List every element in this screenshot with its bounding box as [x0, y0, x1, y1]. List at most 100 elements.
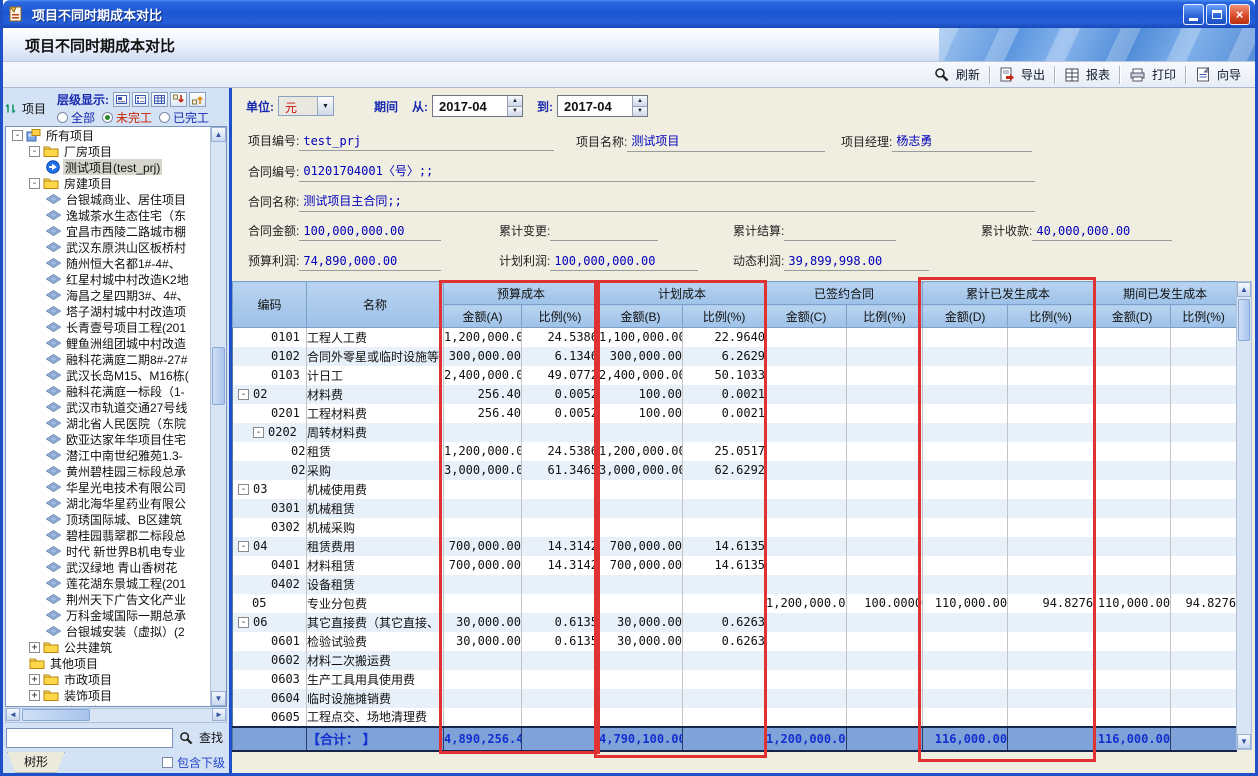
tree-item[interactable]: +综合体项目	[6, 703, 210, 706]
tree-item[interactable]: 武汉绿地 青山香树花	[6, 559, 210, 575]
col-header-ratio-b[interactable]: 比例(%)	[683, 305, 766, 328]
scroll-down-icon[interactable]: ▼	[1237, 734, 1251, 749]
tree-item[interactable]: 其他项目	[6, 655, 210, 671]
tree-item[interactable]: 时代 新世界B机电专业	[6, 543, 210, 559]
tree-item[interactable]: 海昌之星四期3#、4#、	[6, 287, 210, 303]
table-row[interactable]: -06其它直接费（其它直接、30,000.000.613530,000.000.…	[233, 613, 1237, 632]
col-header-amount-b[interactable]: 金额(B)	[599, 305, 683, 328]
tab-tree-view[interactable]: 树形	[7, 752, 65, 773]
close-button[interactable]: ×	[1229, 4, 1250, 25]
table-row[interactable]: 0102合同外零星或临时设施等300,000.006.1346300,000.0…	[233, 347, 1237, 366]
export-button[interactable]: 导出	[992, 64, 1053, 85]
tree-item[interactable]: 台银城安装（虚拟）(2	[6, 623, 210, 639]
report-button[interactable]: 报表	[1057, 64, 1118, 85]
table-row[interactable]: 0302机械采购	[233, 518, 1237, 537]
tree-item[interactable]: 武汉长岛M15、M16栋(	[6, 367, 210, 383]
tree-item[interactable]: 湖北省人民医院（东院	[6, 415, 210, 431]
refresh-button[interactable]: 刷新	[926, 64, 988, 85]
expand-icon[interactable]: +	[29, 642, 40, 653]
grid-view-icon[interactable]	[151, 92, 168, 107]
table-row[interactable]: 0201工程材料费256.400.0052100.000.0021	[233, 404, 1237, 423]
minimize-button[interactable]	[1183, 4, 1204, 25]
scroll-thumb[interactable]	[212, 347, 225, 405]
list-view-icon[interactable]	[132, 92, 149, 107]
tree-item[interactable]: -房建项目	[6, 175, 210, 191]
tree-item[interactable]: -所有项目	[6, 127, 210, 143]
group-header-period[interactable]: 期间已发生成本	[1094, 282, 1237, 305]
tree-item[interactable]: 万科金域国际一期总承	[6, 607, 210, 623]
col-header-ratio-d[interactable]: 比例(%)	[1008, 305, 1094, 328]
tree-item[interactable]: 融科花满庭一标段（1-	[6, 383, 210, 399]
unit-select[interactable]: 元 ▼	[278, 96, 334, 116]
table-row[interactable]: 0603生产工具用具使用费	[233, 670, 1237, 689]
tree-item[interactable]: 随州恒大名都1#-4#、	[6, 255, 210, 271]
tree-item[interactable]: 武汉东原洪山区板桥村	[6, 239, 210, 255]
table-row[interactable]: 0602材料二次搬运费	[233, 651, 1237, 670]
print-button[interactable]: 打印	[1122, 64, 1184, 85]
tree-item[interactable]: 长青壹号项目工程(201	[6, 319, 210, 335]
sort-asc-icon[interactable]	[189, 92, 206, 107]
find-button[interactable]: 查找	[176, 728, 226, 747]
scroll-up-icon[interactable]: ▲	[1237, 282, 1251, 297]
collapse-icon[interactable]: -	[238, 617, 249, 628]
collapse-icon[interactable]: -	[238, 484, 249, 495]
collapse-icon[interactable]: -	[238, 389, 249, 400]
col-header-amount-d2[interactable]: 金额(D)	[1094, 305, 1171, 328]
table-row[interactable]: -02材料费256.400.0052100.000.0021	[233, 385, 1237, 404]
group-header-plan[interactable]: 计划成本	[599, 282, 766, 305]
tree-item[interactable]: 潜江中南世纪雅苑1.3-	[6, 447, 210, 463]
group-header-cumulative[interactable]: 累计已发生成本	[923, 282, 1094, 305]
scroll-thumb[interactable]	[1238, 299, 1250, 341]
tree-item[interactable]: 鲤鱼洲组团城中村改造	[6, 335, 210, 351]
spin-down-icon[interactable]: ▼	[633, 107, 647, 117]
tree-item[interactable]: 宜昌市西陵二路城市棚	[6, 223, 210, 239]
tree-item[interactable]: 逸城茶水生态住宅（东	[6, 207, 210, 223]
tree-item[interactable]: 碧桂园翡翠郡二标段总	[6, 527, 210, 543]
table-row[interactable]: 05专业分包费1,200,000.00100.0000110,000.0094.…	[233, 594, 1237, 613]
col-header-code[interactable]: 编码	[233, 282, 307, 328]
radio-label[interactable]: 未完工	[116, 109, 152, 126]
expand-icon[interactable]: +	[29, 706, 40, 707]
collapse-icon[interactable]: -	[12, 130, 23, 141]
tree-item[interactable]: 融科花满庭二期8#-27#	[6, 351, 210, 367]
maximize-button[interactable]	[1206, 4, 1227, 25]
table-row[interactable]: 0301机械租赁	[233, 499, 1237, 518]
radio-0[interactable]	[57, 112, 68, 123]
sort-desc-icon[interactable]	[170, 92, 187, 107]
tree-item[interactable]: 台银城商业、居住项目	[6, 191, 210, 207]
tree-item[interactable]: +公共建筑	[6, 639, 210, 655]
tree-item[interactable]: 顶琇国际城、B区建筑	[6, 511, 210, 527]
scroll-left-icon[interactable]: ◄	[6, 708, 20, 721]
scroll-thumb[interactable]	[22, 709, 90, 721]
table-row[interactable]: 0604临时设施摊销费	[233, 689, 1237, 708]
spin-up-icon[interactable]: ▲	[508, 96, 522, 107]
project-search-input[interactable]	[6, 728, 173, 748]
table-row[interactable]: 0605工程点交、场地清理费	[233, 708, 1237, 727]
table-row[interactable]: -04租赁费用700,000.0014.3142700,000.0014.613…	[233, 537, 1237, 556]
tree-item[interactable]: 红星村城中村改造K2地	[6, 271, 210, 287]
tree-item[interactable]: 湖北海华星药业有限公	[6, 495, 210, 511]
col-header-ratio-a[interactable]: 比例(%)	[522, 305, 599, 328]
tree-item[interactable]: 武汉市轨道交通27号线	[6, 399, 210, 415]
tree-item[interactable]: 荆州天下广告文化产业	[6, 591, 210, 607]
wizard-button[interactable]: 向导	[1188, 64, 1249, 85]
table-row[interactable]: 020租赁1,200,000.0024.53861,200,000.0025.0…	[233, 442, 1237, 461]
table-row[interactable]: 0101工程人工费1,200,000.0024.53861,100,000.00…	[233, 328, 1237, 347]
scroll-right-icon[interactable]: ►	[212, 708, 226, 721]
collapse-icon[interactable]: -	[253, 427, 264, 438]
radio-2[interactable]	[159, 112, 170, 123]
table-row[interactable]: 0401材料租赁700,000.0014.3142700,000.0014.61…	[233, 556, 1237, 575]
table-row[interactable]: 0402设备租赁	[233, 575, 1237, 594]
col-header-amount-c[interactable]: 金额(C)	[766, 305, 847, 328]
collapse-icon[interactable]: -	[238, 541, 249, 552]
expand-icon[interactable]: +	[29, 674, 40, 685]
tree-item[interactable]: 欧亚达家年华项目住宅	[6, 431, 210, 447]
table-vertical-scrollbar[interactable]: ▲ ▼	[1236, 281, 1252, 750]
tree-horizontal-scrollbar[interactable]: ◄ ►	[5, 708, 227, 723]
radio-label[interactable]: 全部	[71, 109, 95, 126]
col-header-name[interactable]: 名称	[307, 282, 444, 328]
tree-vertical-scrollbar[interactable]: ▲ ▼	[210, 127, 226, 706]
spin-up-icon[interactable]: ▲	[633, 96, 647, 107]
tree-item[interactable]: 华星光电技术有限公司	[6, 479, 210, 495]
period-to-spinner[interactable]: 2017-04 ▲▼	[557, 95, 648, 117]
